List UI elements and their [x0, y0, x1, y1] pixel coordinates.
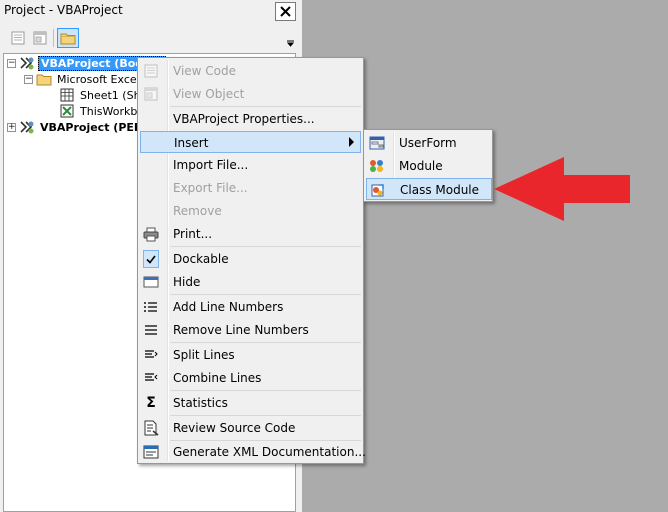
menu-item-generate-xml-documentation[interactable]: Generate XML Documentation... — [140, 441, 366, 463]
menu-item-label: Insert — [174, 136, 209, 150]
printer-icon — [143, 226, 159, 242]
view-code-icon — [143, 63, 159, 79]
view-object-icon — [33, 31, 47, 45]
menu-item-view-code[interactable]: View Code — [140, 60, 361, 82]
menu-item-label: Export File... — [173, 181, 248, 195]
menu-item-print[interactable]: Print... — [140, 223, 361, 245]
combine-lines-icon — [143, 370, 159, 386]
menu-item-hide[interactable]: Hide — [140, 271, 361, 293]
close-icon — [280, 6, 291, 17]
menu-separator — [170, 106, 361, 107]
folder-icon — [60, 33, 76, 45]
menu-item-label: Print... — [173, 227, 213, 241]
menu-item-vbaproject-properties[interactable]: VBAProject Properties... — [140, 108, 361, 130]
expand-icon[interactable]: + — [7, 122, 16, 132]
menu-item-export-file[interactable]: Export File... — [140, 177, 361, 199]
menu-separator — [170, 294, 361, 295]
menu-item-label: Module — [399, 159, 443, 173]
userform-icon — [369, 135, 385, 151]
chevron-down-icon — [286, 40, 294, 47]
menu-item-label: UserForm — [399, 136, 457, 150]
toolbar-separator — [53, 29, 54, 47]
collapse-icon[interactable]: − — [7, 58, 16, 68]
menu-item-label: Statistics — [173, 396, 228, 410]
menu-item-label: View Code — [173, 64, 237, 78]
xml-doc-icon — [143, 444, 159, 460]
vba-project-icon — [19, 119, 35, 135]
menu-item-label: Generate XML Documentation... — [173, 445, 366, 459]
menu-item-statistics[interactable]: Σ Statistics — [140, 392, 361, 414]
menu-item-review-source-code[interactable]: Review Source Code — [140, 417, 361, 439]
checkmark-icon — [143, 250, 159, 268]
menu-item-combine-lines[interactable]: Combine Lines — [140, 367, 361, 389]
toolbar-overflow-button[interactable] — [285, 29, 295, 47]
menu-item-label: View Object — [173, 87, 245, 101]
remove-line-numbers-icon — [143, 322, 159, 338]
hide-window-icon — [143, 274, 159, 290]
menu-item-import-file[interactable]: Import File... — [140, 154, 361, 176]
submenu-arrow-icon — [349, 137, 354, 147]
module-icon — [369, 158, 385, 174]
menu-item-label: Review Source Code — [173, 421, 296, 435]
menu-item-label: Class Module — [400, 183, 480, 197]
menu-separator — [170, 342, 361, 343]
menu-item-add-line-numbers[interactable]: Add Line Numbers — [140, 296, 361, 318]
submenu-item-class-module[interactable]: Class Module — [366, 178, 492, 200]
menu-item-label: Add Line Numbers — [173, 300, 284, 314]
folder-icon — [36, 71, 52, 87]
worksheet-icon — [59, 87, 75, 103]
menu-item-insert[interactable]: Insert — [140, 131, 361, 153]
close-button[interactable] — [275, 2, 296, 21]
workbook-icon — [59, 103, 75, 119]
menu-item-label: Hide — [173, 275, 201, 289]
insert-submenu: UserForm Module Class Module — [363, 129, 493, 202]
view-code-icon — [11, 31, 25, 45]
menu-item-label: Dockable — [173, 252, 229, 266]
dockable-check — [143, 250, 159, 268]
menu-item-dockable[interactable]: Dockable — [140, 248, 361, 270]
menu-item-label: VBAProject Properties... — [173, 112, 315, 126]
red-arrow-left-icon — [494, 157, 630, 221]
menu-item-view-object[interactable]: View Object — [140, 83, 361, 105]
project-pane-title-bar: Project - VBAProject — [0, 0, 299, 22]
split-lines-icon — [143, 347, 159, 363]
submenu-item-module[interactable]: Module — [366, 155, 492, 177]
menu-separator — [170, 390, 361, 391]
menu-item-label: Remove — [173, 204, 222, 218]
menu-item-remove-line-numbers[interactable]: Remove Line Numbers — [140, 319, 361, 341]
add-line-numbers-icon — [143, 299, 159, 315]
menu-item-label: Import File... — [173, 158, 249, 172]
toggle-folders-button[interactable] — [57, 28, 79, 48]
vba-project-icon — [19, 55, 35, 71]
project-context-menu: View Code View Object VBAProject Propert… — [137, 57, 366, 464]
menu-separator — [170, 415, 361, 416]
menu-separator — [170, 246, 361, 247]
menu-item-label: Remove Line Numbers — [173, 323, 309, 337]
project-pane-title: Project - VBAProject — [4, 3, 123, 17]
class-module-icon — [370, 182, 386, 198]
view-object-icon — [143, 86, 159, 102]
sigma-icon: Σ — [146, 395, 156, 411]
menu-item-label: Split Lines — [173, 348, 235, 362]
menu-item-split-lines[interactable]: Split Lines — [140, 344, 361, 366]
project-toolbar — [0, 24, 299, 52]
view-code-button[interactable] — [7, 28, 29, 48]
review-code-icon — [143, 420, 159, 436]
collapse-icon[interactable]: − — [24, 74, 33, 84]
submenu-item-userform[interactable]: UserForm — [366, 132, 492, 154]
view-object-button[interactable] — [29, 28, 51, 48]
menu-item-label: Combine Lines — [173, 371, 262, 385]
menu-item-remove[interactable]: Remove — [140, 200, 361, 222]
